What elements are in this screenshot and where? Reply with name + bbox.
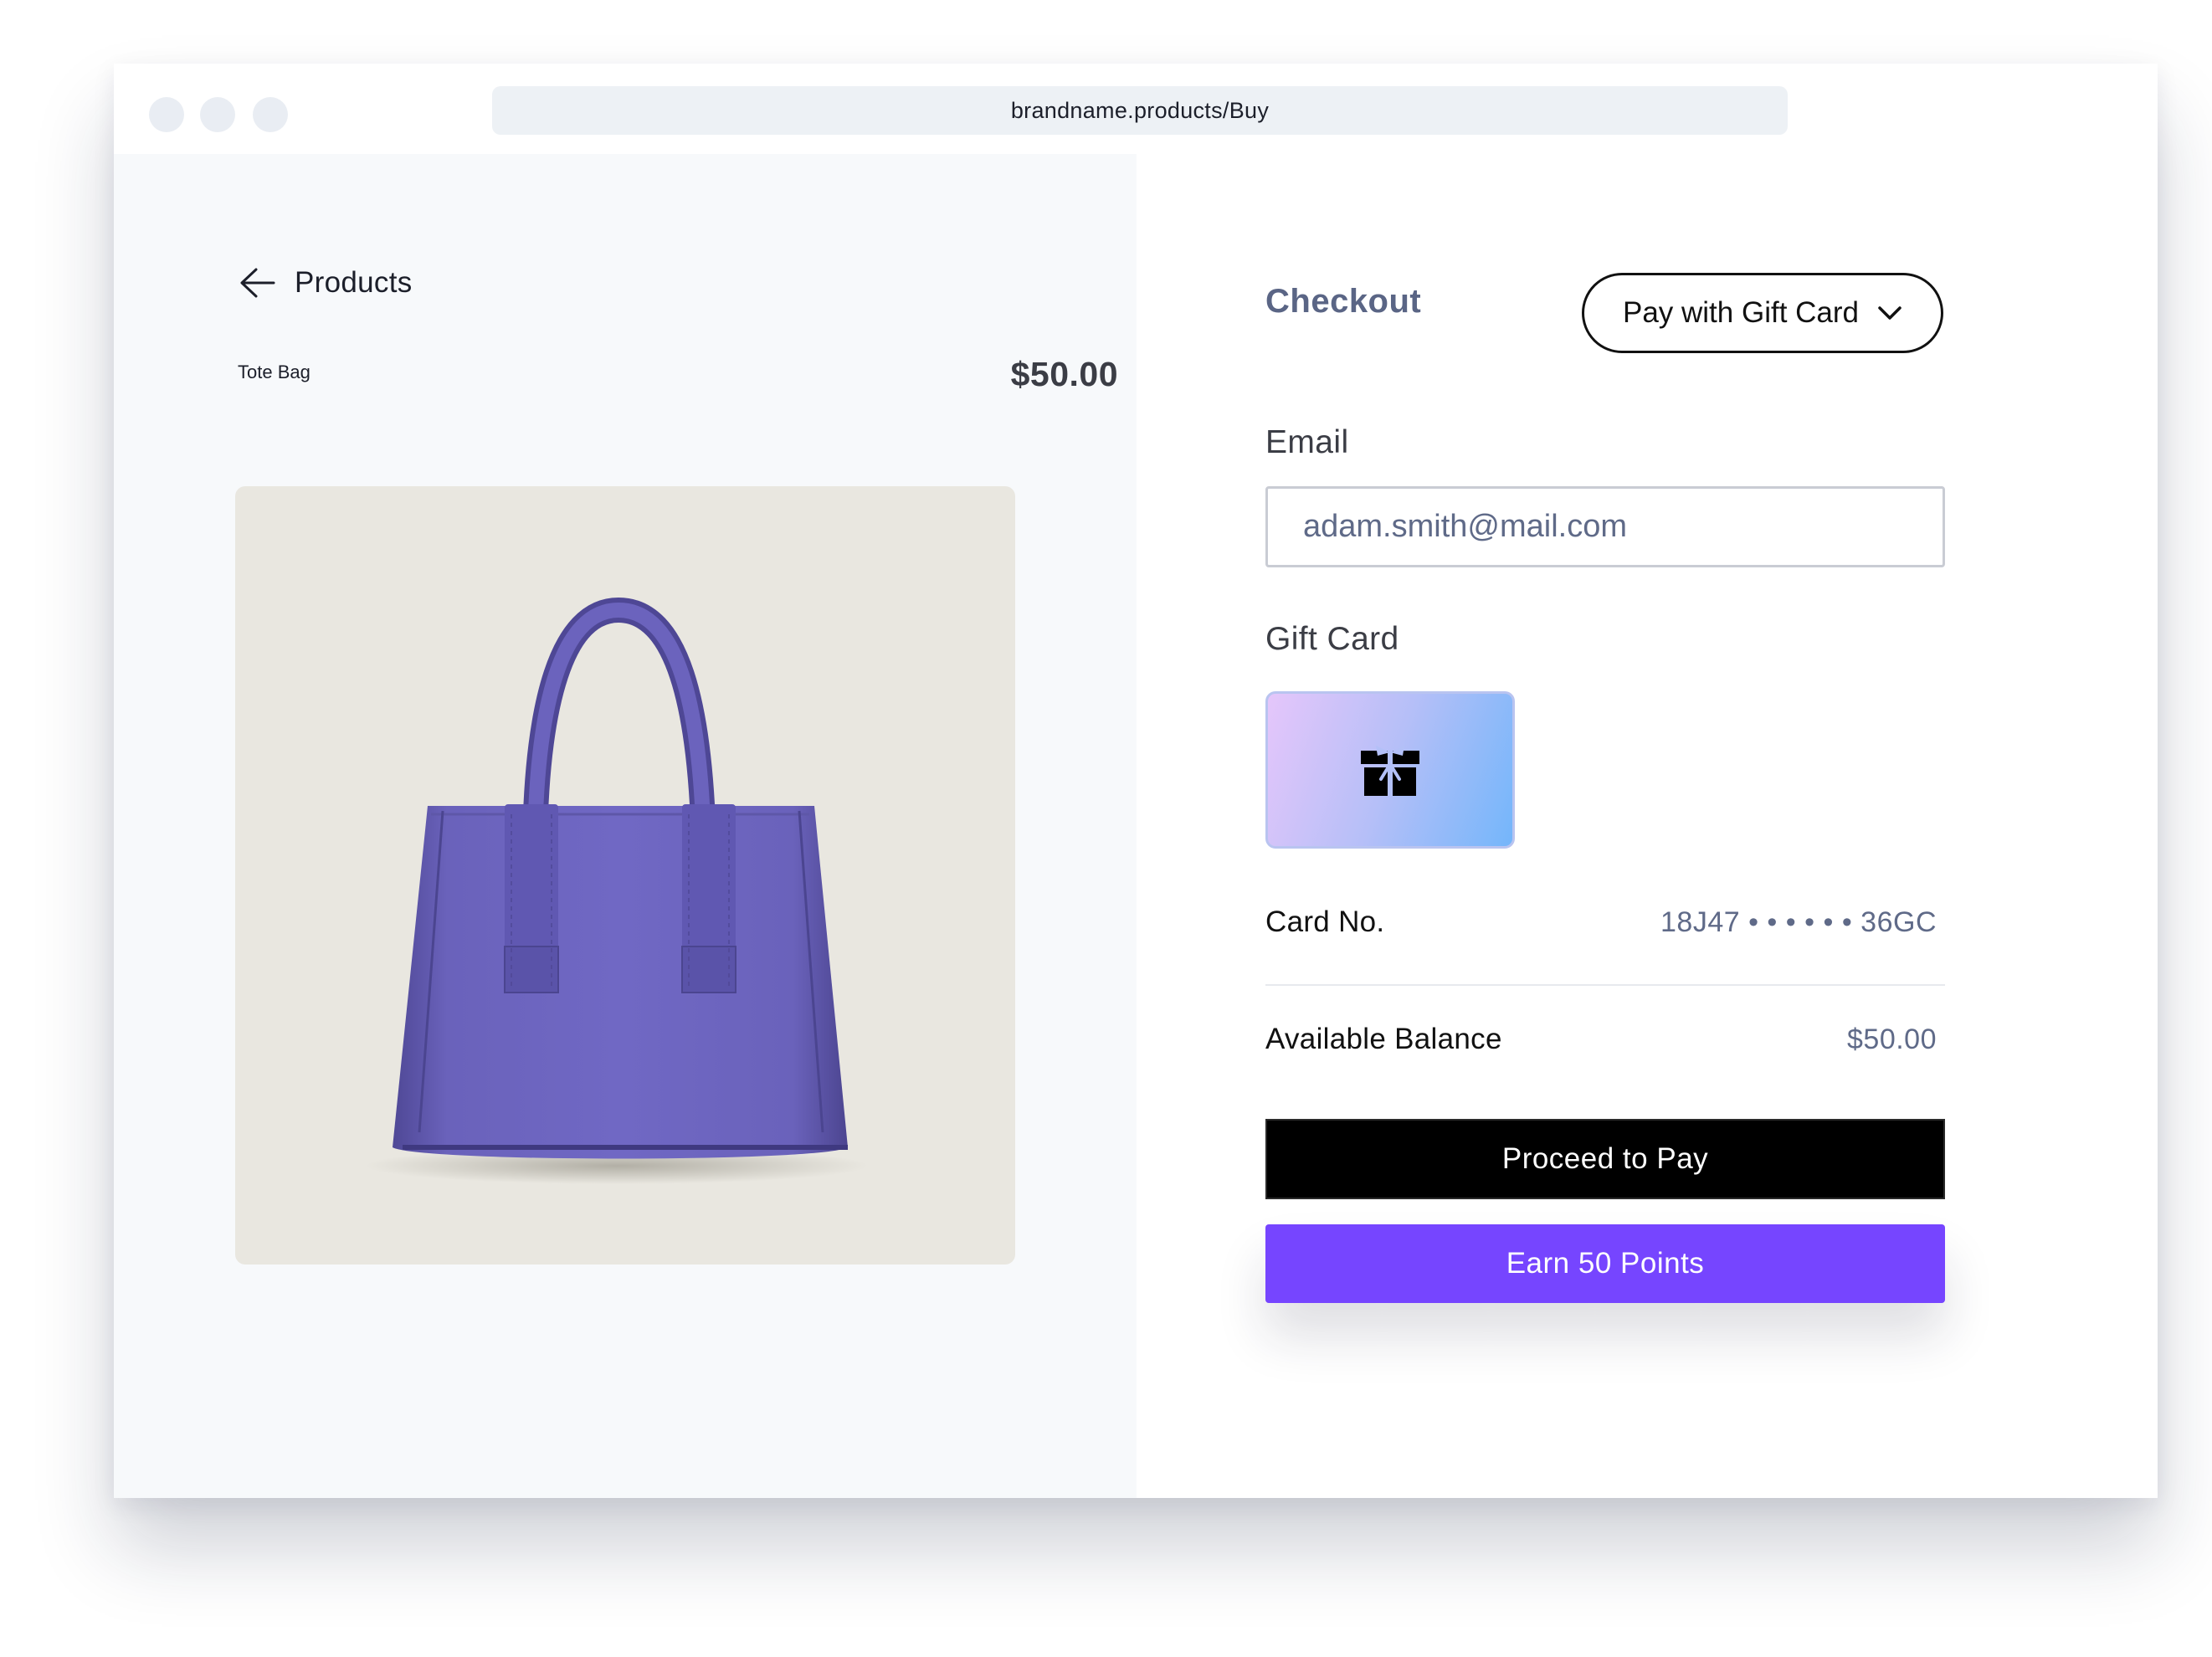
- product-image: [235, 486, 1015, 1265]
- proceed-to-pay-label: Proceed to Pay: [1501, 1142, 1709, 1175]
- chevron-down-icon: [1878, 306, 1901, 320]
- window-maximize-dot[interactable]: [253, 97, 288, 132]
- email-label: Email: [1265, 424, 1349, 460]
- window-close-dot[interactable]: [149, 97, 184, 132]
- tote-bag-image: [366, 597, 868, 1184]
- checkout-title: Checkout: [1265, 283, 1422, 320]
- earn-points-button[interactable]: Earn 50 Points: [1265, 1224, 1945, 1303]
- window-minimize-dot[interactable]: [200, 97, 235, 132]
- available-balance-value: $50.00: [1847, 1023, 1937, 1055]
- available-balance-row: Available Balance $50.00: [1265, 1023, 1945, 1056]
- card-number-value: 18J47 • • • • • • 36GC: [1660, 905, 1937, 938]
- proceed-to-pay-button[interactable]: Proceed to Pay: [1265, 1119, 1945, 1199]
- arrow-left-icon: [240, 268, 275, 298]
- address-bar[interactable]: brandname.products/Buy: [492, 86, 1788, 135]
- browser-titlebar: brandname.products/Buy: [114, 64, 2158, 154]
- product-name: Tote Bag: [238, 362, 311, 382]
- available-balance-label: Available Balance: [1265, 1023, 1502, 1055]
- payment-method-dropdown[interactable]: Pay with Gift Card: [1582, 273, 1943, 353]
- card-number-label: Card No.: [1265, 905, 1385, 938]
- gift-card-label: Gift Card: [1265, 621, 1399, 657]
- product-panel: Products Tote Bag $50.00: [114, 154, 1137, 1498]
- email-field[interactable]: [1265, 486, 1945, 567]
- back-label: Products: [295, 266, 413, 299]
- card-number-row: Card No. 18J47 • • • • • • 36GC: [1265, 905, 1945, 939]
- url-text: brandname.products/Buy: [1010, 97, 1270, 123]
- product-price: $50.00: [1010, 355, 1118, 393]
- back-to-products-link[interactable]: Products: [238, 266, 413, 300]
- row-divider: [1265, 984, 1945, 986]
- payment-method-value: Pay with Gift Card: [1622, 296, 1860, 329]
- earn-points-label: Earn 50 Points: [1506, 1247, 1705, 1280]
- gift-box-icon: [1361, 746, 1419, 796]
- gift-card-tile[interactable]: [1265, 691, 1515, 849]
